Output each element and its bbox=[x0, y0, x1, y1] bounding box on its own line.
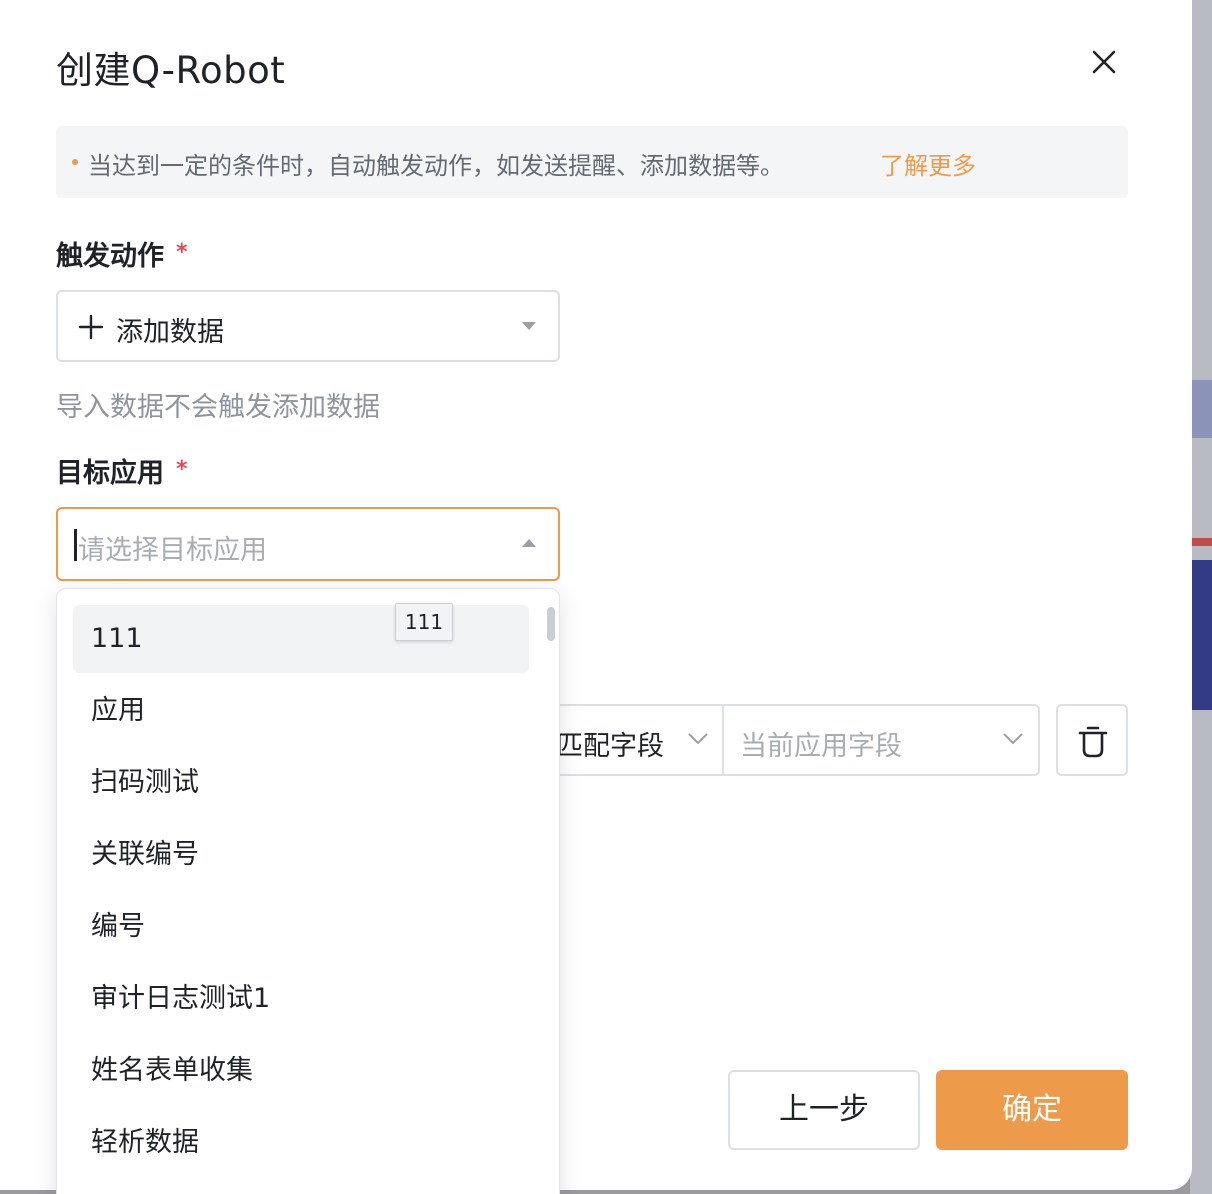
dropdown-option[interactable]: 关联编号 bbox=[73, 821, 529, 889]
target-app-label-text: 目标应用 bbox=[56, 458, 164, 489]
dropdown-option[interactable]: 姓名表单收集 bbox=[73, 1037, 529, 1105]
chevron-down-icon bbox=[688, 733, 708, 745]
chevron-down-icon bbox=[1003, 733, 1023, 745]
target-app-placeholder: 请选择目标应用 bbox=[78, 535, 267, 566]
current-app-field-select[interactable]: 当前应用字段 bbox=[722, 704, 1040, 776]
current-app-field-placeholder: 当前应用字段 bbox=[740, 731, 902, 762]
background-block bbox=[1190, 538, 1212, 546]
delete-mapping-button[interactable] bbox=[1056, 704, 1128, 776]
trigger-action-select[interactable]: 添加数据 bbox=[56, 290, 560, 362]
required-mark: * bbox=[176, 240, 188, 265]
bullet-dot bbox=[72, 159, 78, 165]
create-robot-dialog: 创建Q-Robot 当达到一定的条件时，自动触发动作，如发送提醒、添加数据等。 … bbox=[0, 0, 1192, 1194]
info-banner: 当达到一定的条件时，自动触发动作，如发送提醒、添加数据等。 了解更多 bbox=[56, 126, 1128, 198]
confirm-button[interactable]: 确定 bbox=[936, 1070, 1128, 1150]
option-tooltip: 111 bbox=[395, 603, 453, 641]
dropdown-option[interactable]: 审计日志测试1 bbox=[73, 965, 529, 1033]
dropdown-option[interactable]: 轻析数据 bbox=[73, 1109, 529, 1177]
banner-text: 当达到一定的条件时，自动触发动作，如发送提醒、添加数据等。 bbox=[88, 152, 784, 180]
dropdown-option[interactable]: 编号 bbox=[73, 893, 529, 961]
caret-up-icon bbox=[522, 539, 536, 547]
dropdown-option[interactable]: 应用 bbox=[73, 677, 529, 745]
background-page-edge bbox=[1190, 0, 1212, 1194]
match-field-value: 匹配字段 bbox=[556, 731, 664, 762]
previous-step-button[interactable]: 上一步 bbox=[728, 1070, 920, 1150]
background-block bbox=[1190, 380, 1212, 438]
dropdown-scrollbar[interactable] bbox=[547, 607, 555, 641]
learn-more-link[interactable]: 了解更多 bbox=[880, 146, 976, 181]
dialog-title: 创建Q-Robot bbox=[56, 49, 286, 92]
dropdown-option[interactable]: 111 bbox=[73, 605, 529, 673]
dropdown-option[interactable]: 扫码测试 bbox=[73, 749, 529, 817]
close-icon[interactable] bbox=[1088, 46, 1120, 78]
target-app-select[interactable]: 请选择目标应用 bbox=[56, 507, 560, 581]
trigger-action-label: 触发动作 * bbox=[56, 234, 188, 273]
caret-down-icon bbox=[522, 322, 536, 330]
plus-icon bbox=[78, 314, 104, 340]
trigger-action-value: 添加数据 bbox=[116, 317, 224, 348]
background-block bbox=[1190, 560, 1212, 710]
trigger-action-hint: 导入数据不会触发添加数据 bbox=[56, 392, 380, 423]
text-cursor bbox=[74, 529, 77, 561]
target-app-label: 目标应用 * bbox=[56, 451, 188, 490]
trash-icon bbox=[1078, 726, 1108, 758]
trigger-action-label-text: 触发动作 bbox=[56, 241, 164, 272]
required-mark: * bbox=[176, 457, 188, 482]
target-app-dropdown: 111 应用 扫码测试 关联编号 编号 审计日志测试1 姓名表单收集 轻析数据 … bbox=[56, 588, 560, 1194]
